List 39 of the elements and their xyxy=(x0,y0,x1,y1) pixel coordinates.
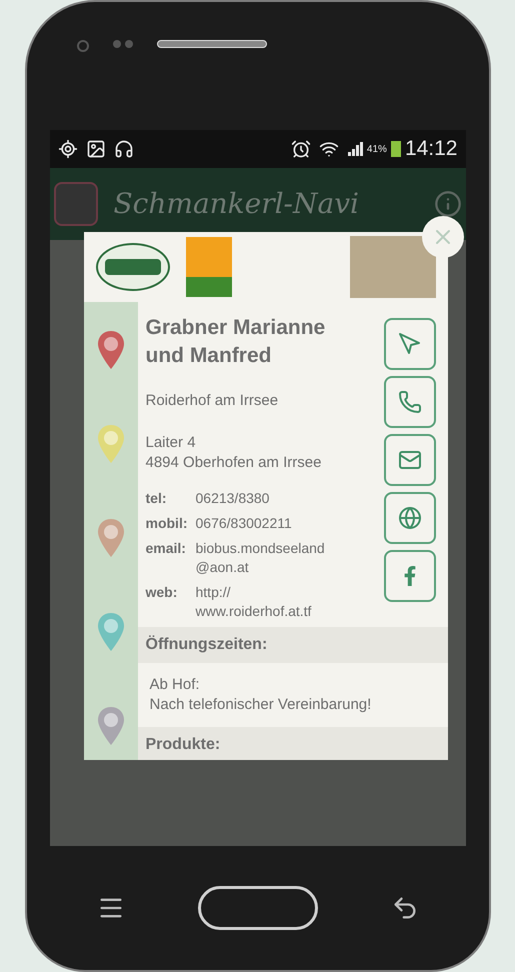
headphones-icon xyxy=(114,139,134,159)
battery-percent: 41% xyxy=(366,142,387,156)
location-icon xyxy=(58,139,78,159)
info-icon[interactable] xyxy=(434,190,462,218)
app-title: Schmankerl-Navi xyxy=(114,186,359,222)
contact-action-button[interactable] xyxy=(384,492,436,544)
contact-action-button[interactable] xyxy=(384,318,436,370)
signal-icon xyxy=(346,141,363,157)
section-heading: Produkte: xyxy=(138,726,448,760)
clock-time: 14:12 xyxy=(404,136,458,162)
farmer-name: Grabner Marianne und Manfred xyxy=(146,315,326,369)
home-button[interactable] xyxy=(198,886,318,930)
contact-action-button[interactable] xyxy=(384,550,436,602)
section-heading: Öffnungszeiten: xyxy=(138,626,448,662)
contact-label: email: xyxy=(146,538,187,558)
navigation-arrow-icon xyxy=(398,332,422,356)
camera-icon xyxy=(76,40,88,52)
contact-value: http:// www.roiderhof.at.tf xyxy=(196,582,312,620)
contact-action-button[interactable] xyxy=(384,434,436,486)
map-pin-icon xyxy=(96,612,126,652)
alarm-icon xyxy=(290,139,311,159)
section-text: Ab Hof: Nach telefonischer Vereinbarung! xyxy=(148,674,372,714)
contact-label: tel: xyxy=(146,488,168,508)
image-icon xyxy=(86,139,106,159)
contact-value: biobus.mondseeland @aon.at xyxy=(196,538,326,576)
envelope-icon xyxy=(398,448,422,472)
contact-label: mobil: xyxy=(146,514,188,532)
contact-value: 06213/8380 xyxy=(196,488,270,508)
globe-icon xyxy=(398,506,422,530)
map-pin-icon xyxy=(96,518,126,558)
map-pin-icon xyxy=(96,424,126,464)
phone-icon xyxy=(398,390,422,414)
map-pin-icon xyxy=(96,706,126,746)
contact-label: web: xyxy=(146,582,178,602)
address-text: Laiter 4 4894 Oberhofen am Irrsee xyxy=(146,432,322,472)
contact-value: 0676/83002211 xyxy=(196,514,293,532)
battery-icon xyxy=(390,141,401,157)
contact-action-button[interactable] xyxy=(384,376,436,428)
farm-name: Roiderhof am Irrsee xyxy=(146,391,280,411)
